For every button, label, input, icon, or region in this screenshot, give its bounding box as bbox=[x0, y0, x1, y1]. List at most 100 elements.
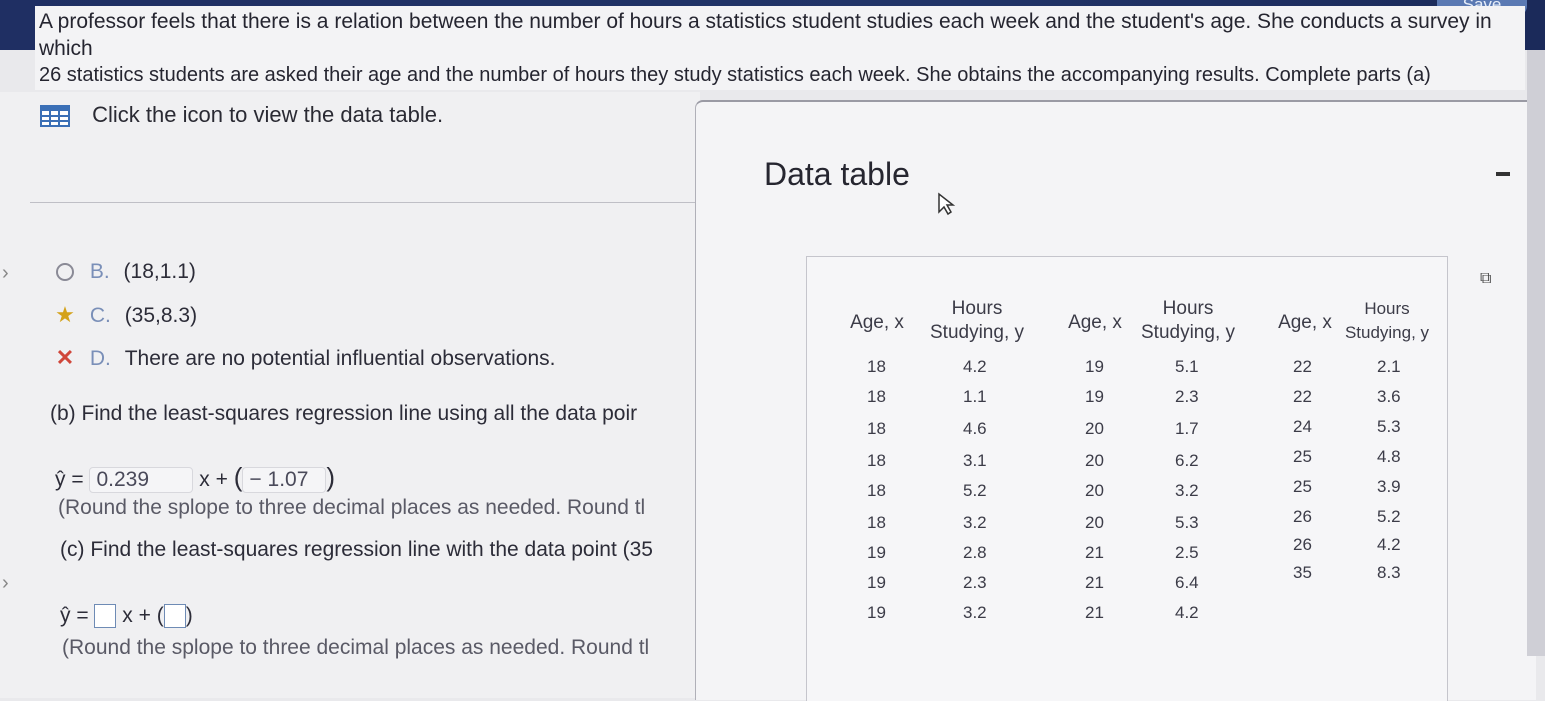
yhat-label: ŷ = bbox=[60, 604, 89, 627]
table-cell: 21 bbox=[1085, 603, 1104, 622]
table-cell: 6.4 bbox=[1175, 573, 1199, 592]
table-cell: 5.2 bbox=[963, 481, 987, 500]
table-cell: 3.2 bbox=[1175, 481, 1199, 500]
option-text: There are no potential influential obser… bbox=[124, 347, 556, 370]
hours-header-line2: Studying, y bbox=[1344, 323, 1430, 342]
hours-header-line2: Studying, y bbox=[930, 322, 1024, 343]
part-b-prompt: (b) Find the least-squares regression li… bbox=[50, 402, 638, 425]
table-cell: 18 bbox=[867, 387, 886, 406]
table-cell: 22 bbox=[1293, 387, 1312, 406]
hours-header: Hours Studying, y bbox=[1337, 297, 1437, 345]
table-cell: 19 bbox=[1085, 387, 1104, 406]
slope-input[interactable] bbox=[94, 604, 117, 629]
table-cell: 35 bbox=[1293, 563, 1312, 582]
table-cell: 21 bbox=[1085, 543, 1104, 562]
table-cell: 18 bbox=[867, 451, 886, 470]
left-arrow-icon[interactable]: › bbox=[2, 262, 9, 285]
table-cell: 2.3 bbox=[963, 573, 987, 592]
radio-icon[interactable] bbox=[56, 263, 74, 282]
table-cell: 3.2 bbox=[963, 513, 987, 532]
part-c-prompt: (c) Find the least-squares regression li… bbox=[60, 538, 653, 561]
yhat-label: ŷ = bbox=[55, 468, 84, 491]
table-cell: 2.5 bbox=[1175, 543, 1199, 562]
table-cell: 24 bbox=[1293, 417, 1312, 436]
option-c[interactable]: ★ C. (35,8.3) bbox=[52, 302, 197, 328]
option-letter: C. bbox=[89, 304, 111, 327]
table-cell: 26 bbox=[1293, 507, 1312, 526]
hours-header-line1: Hours bbox=[1162, 298, 1214, 319]
popout-icon[interactable]: ⧉ bbox=[1480, 270, 1491, 288]
popup-title: Data table bbox=[764, 156, 910, 192]
table-cell: 3.2 bbox=[963, 603, 987, 622]
data-table-popup: Data table ⧉ Age, x Hours Studying, y 18… bbox=[695, 100, 1536, 701]
slope-answer[interactable]: 0.239 bbox=[89, 467, 194, 493]
hours-header: Hours Studying, y bbox=[1133, 297, 1243, 345]
cursor-icon bbox=[938, 192, 956, 216]
table-cell: 22 bbox=[1293, 357, 1312, 376]
incorrect-x-icon: ✕ bbox=[55, 345, 75, 370]
table-cell: 5.2 bbox=[1377, 507, 1401, 526]
table-cell: 21 bbox=[1085, 573, 1104, 592]
table-cell: 1.1 bbox=[963, 387, 987, 406]
hours-header-line1: Hours bbox=[1364, 299, 1410, 318]
table-cell: 25 bbox=[1293, 477, 1312, 496]
correct-star-icon: ★ bbox=[55, 302, 75, 327]
data-table-link[interactable]: Click the icon to view the data table. bbox=[40, 102, 443, 128]
part-c-note: (Round the splope to three decimal place… bbox=[62, 636, 650, 659]
table-cell: 5.3 bbox=[1175, 513, 1199, 532]
part-b-answer: ŷ = 0.239 x + (− 1.07) bbox=[55, 462, 336, 493]
table-cell: 3.9 bbox=[1377, 477, 1401, 496]
intercept-input[interactable] bbox=[163, 604, 186, 629]
table-cell: 19 bbox=[867, 573, 886, 592]
question-text: A professor feels that there is a relati… bbox=[35, 6, 1525, 114]
table-cell: 1.7 bbox=[1175, 419, 1199, 438]
option-text: (18,1.1) bbox=[123, 260, 196, 283]
minimize-icon[interactable] bbox=[1496, 172, 1510, 176]
grid-table-icon[interactable] bbox=[40, 105, 70, 128]
table-cell: 18 bbox=[867, 513, 886, 532]
table-cell: 19 bbox=[1085, 357, 1104, 376]
option-letter: B. bbox=[89, 260, 110, 283]
table-cell: 25 bbox=[1293, 447, 1312, 466]
table-cell: 18 bbox=[867, 481, 886, 500]
intercept-answer[interactable]: − 1.07 bbox=[242, 467, 327, 493]
scrollbar[interactable] bbox=[1527, 50, 1545, 656]
table-cell: 20 bbox=[1085, 481, 1104, 500]
table-cell: 8.3 bbox=[1377, 563, 1401, 582]
table-cell: 5.1 bbox=[1175, 357, 1199, 376]
x-plus-label: x + bbox=[199, 468, 228, 491]
divider bbox=[30, 202, 700, 203]
left-arrow-icon[interactable]: › bbox=[2, 572, 9, 595]
option-b[interactable]: B. (18,1.1) bbox=[52, 260, 196, 284]
question-panel: Click the icon to view the data table. B… bbox=[0, 92, 700, 698]
table-cell: 26 bbox=[1293, 535, 1312, 554]
question-line-1: A professor feels that there is a relati… bbox=[39, 10, 1492, 60]
table-cell: 4.2 bbox=[1377, 535, 1401, 554]
hours-header-line1: Hours bbox=[951, 298, 1003, 319]
table-cell: 4.6 bbox=[963, 419, 987, 438]
hours-header-line2: Studying, y bbox=[1141, 322, 1235, 343]
table-cell: 5.3 bbox=[1377, 417, 1401, 436]
table-cell: 2.8 bbox=[963, 543, 987, 562]
option-letter: D. bbox=[89, 347, 111, 370]
part-b-note: (Round the splope to three decimal place… bbox=[58, 496, 646, 519]
table-cell: 18 bbox=[867, 357, 886, 376]
data-table: Age, x Hours Studying, y 18 18 18 18 18 … bbox=[806, 256, 1448, 701]
question-line-2: 26 statistics students are asked their a… bbox=[39, 64, 1431, 86]
table-cell: 20 bbox=[1085, 513, 1104, 532]
table-cell: 6.2 bbox=[1175, 451, 1199, 470]
data-table-link-label[interactable]: Click the icon to view the data table. bbox=[92, 102, 443, 127]
option-d[interactable]: ✕ D. There are no potential influential … bbox=[52, 345, 556, 371]
table-cell: 4.2 bbox=[963, 357, 987, 376]
hours-header: Hours Studying, y bbox=[922, 297, 1032, 345]
table-cell: 19 bbox=[867, 603, 886, 622]
part-c-answer: ŷ = x + () bbox=[60, 604, 193, 629]
table-cell: 2.1 bbox=[1377, 357, 1401, 376]
table-cell: 3.1 bbox=[963, 451, 987, 470]
table-cell: 2.3 bbox=[1175, 387, 1199, 406]
table-cell: 3.6 bbox=[1377, 387, 1401, 406]
table-cell: 20 bbox=[1085, 451, 1104, 470]
table-cell: 4.2 bbox=[1175, 603, 1199, 622]
age-header: Age, x bbox=[850, 312, 904, 333]
option-text: (35,8.3) bbox=[124, 304, 198, 327]
